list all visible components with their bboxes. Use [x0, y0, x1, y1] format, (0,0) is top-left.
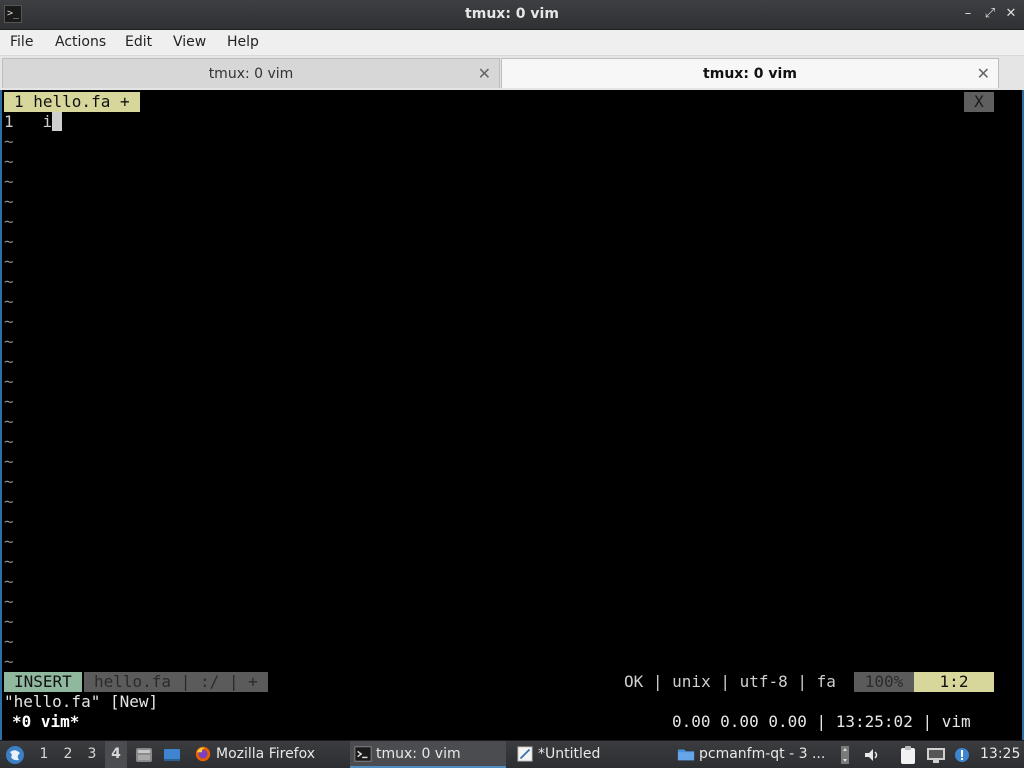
- network-icon: [927, 748, 945, 763]
- empty-line-marker: ~: [4, 492, 14, 511]
- vim-cursor-position: 1:2: [914, 672, 994, 692]
- task-terminal[interactable]: tmux: 0 vim: [350, 741, 506, 768]
- empty-line-marker: ~: [4, 212, 14, 231]
- maximize-button[interactable]: ⤢: [982, 6, 998, 22]
- vim-close-button[interactable]: X: [964, 92, 994, 112]
- empty-line-marker: ~: [4, 352, 14, 371]
- tab-close-icon[interactable]: ✕: [478, 64, 491, 83]
- workspace-3[interactable]: 3: [81, 741, 103, 768]
- empty-line-marker: ~: [4, 252, 14, 271]
- volume-icon: [865, 749, 878, 761]
- vim-file-segment: hello.fa | :/ | +: [84, 672, 268, 692]
- workspace-2[interactable]: 2: [57, 741, 79, 768]
- vim-percent: 100%: [854, 672, 914, 692]
- notification-icon: [955, 748, 969, 762]
- vim-line-1: 1 i: [4, 112, 63, 132]
- tab-label: tmux: 0 vim: [208, 66, 294, 82]
- firefox-icon: [195, 746, 211, 762]
- text-cursor: [52, 112, 63, 131]
- network-button[interactable]: [926, 741, 946, 768]
- empty-line-marker: ~: [4, 332, 14, 351]
- task-label: tmux: 0 vim: [376, 746, 461, 762]
- menu-view[interactable]: View: [173, 34, 206, 50]
- empty-line-marker: ~: [4, 372, 14, 391]
- empty-line-marker: ~: [4, 272, 14, 291]
- task-label: Mozilla Firefox: [216, 746, 316, 762]
- clock[interactable]: 13:25: [980, 741, 1020, 768]
- empty-line-marker: ~: [4, 572, 14, 591]
- empty-line-marker: ~: [4, 612, 14, 631]
- menu-file[interactable]: File: [10, 34, 33, 50]
- folder-icon: [677, 749, 695, 761]
- terminal-view[interactable]: 1 hello.fa + X 1 i ~ ~ ~ ~ ~ ~ ~ ~ ~ ~ ~…: [0, 90, 1024, 740]
- tab-close-icon[interactable]: ✕: [977, 64, 990, 83]
- empty-line-marker: ~: [4, 432, 14, 451]
- volume-button[interactable]: [862, 741, 882, 768]
- minimize-button[interactable]: –: [960, 6, 976, 22]
- task-label: *Untitled: [538, 746, 601, 762]
- task-text-editor[interactable]: *Untitled: [512, 741, 668, 768]
- empty-line-marker: ~: [4, 472, 14, 491]
- empty-line-marker: ~: [4, 232, 14, 251]
- empty-line-marker: ~: [4, 392, 14, 411]
- task-label: pcmanfm-qt - 3 ...: [699, 746, 826, 762]
- scroll-handle[interactable]: [835, 741, 855, 768]
- empty-line-marker: ~: [4, 312, 14, 331]
- vim-mode-indicator: INSERT: [4, 672, 82, 692]
- empty-line-marker: ~: [4, 172, 14, 191]
- empty-line-marker: ~: [4, 512, 14, 531]
- desktop-icon: [164, 749, 180, 761]
- text-editor-icon: [517, 746, 533, 762]
- close-window-button[interactable]: ✕: [1003, 6, 1019, 22]
- task-firefox[interactable]: Mozilla Firefox: [190, 741, 345, 768]
- empty-line-marker: ~: [4, 132, 14, 151]
- tmux-statusbar: *0 vim* 0.00 0.00 0.00 | 13:25:02 | vim: [2, 712, 1022, 732]
- workspace-1[interactable]: 1: [33, 741, 55, 768]
- empty-line-marker: ~: [4, 192, 14, 211]
- clipboard-button[interactable]: [898, 741, 918, 768]
- menu-edit[interactable]: Edit: [125, 34, 152, 50]
- empty-line-marker: ~: [4, 652, 14, 671]
- start-menu-icon: [6, 746, 24, 764]
- tmux-status-right: 0.00 0.00 0.00 | 13:25:02 | vim: [672, 712, 971, 731]
- vim-buffer-tab[interactable]: 1 hello.fa +: [4, 92, 140, 112]
- show-desktop-launcher[interactable]: [162, 741, 184, 768]
- vim-statusline: INSERT hello.fa | :/ | + OK | unix | utf…: [4, 672, 994, 692]
- clipboard-icon: [901, 746, 915, 764]
- update-notifier-button[interactable]: [952, 741, 972, 768]
- vim-message: "hello.fa" [New]: [4, 692, 159, 711]
- task-file-manager[interactable]: pcmanfm-qt - 3 ...: [673, 741, 829, 768]
- tab-1[interactable]: tmux: 0 vim ✕: [2, 58, 500, 88]
- menu-actions[interactable]: Actions: [55, 34, 106, 50]
- menu-help[interactable]: Help: [227, 34, 259, 50]
- empty-line-marker: ~: [4, 412, 14, 431]
- terminal-tabs: tmux: 0 vim ✕ tmux: 0 vim ✕: [0, 56, 1024, 90]
- menu-bar: File Actions Edit View Help: [0, 30, 1024, 56]
- vim-file-info: OK | unix | utf-8 | fa: [624, 672, 836, 691]
- empty-line-marker: ~: [4, 592, 14, 611]
- empty-line-marker: ~: [4, 292, 14, 311]
- scroll-handle-icon: [841, 746, 849, 764]
- line-text: i: [42, 112, 53, 131]
- empty-line-marker: ~: [4, 152, 14, 171]
- tmux-window-list[interactable]: *0 vim*: [12, 712, 79, 732]
- file-manager-icon: [136, 748, 152, 762]
- empty-line-marker: ~: [4, 552, 14, 571]
- empty-line-marker: ~: [4, 452, 14, 471]
- empty-line-marker: ~: [4, 632, 14, 651]
- start-menu-button[interactable]: [4, 741, 28, 768]
- window-title: tmux: 0 vim: [465, 6, 559, 22]
- workspace-4[interactable]: 4: [105, 741, 127, 768]
- line-number: 1: [4, 112, 14, 131]
- tab-label: tmux: 0 vim: [703, 66, 797, 82]
- file-manager-launcher[interactable]: [134, 741, 156, 768]
- empty-line-marker: ~: [4, 532, 14, 551]
- tab-2[interactable]: tmux: 0 vim ✕: [501, 58, 999, 88]
- terminal-icon: [354, 746, 372, 762]
- taskbar: 1 2 3 4 Mozilla Firefox tmux: 0 vim *Unt…: [0, 740, 1024, 768]
- window-titlebar[interactable]: >_ tmux: 0 vim – ⤢ ✕: [0, 0, 1024, 30]
